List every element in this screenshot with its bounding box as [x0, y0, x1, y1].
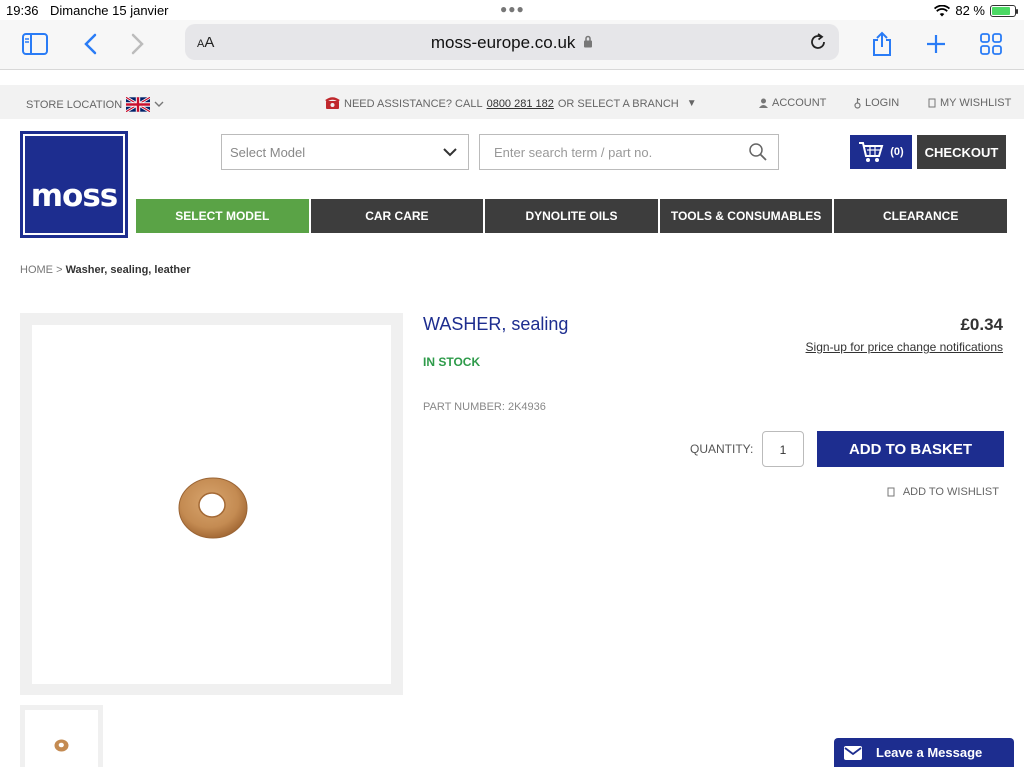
price-notification-link[interactable]: Sign-up for price change notifications [806, 340, 1003, 354]
chevron-down-icon [443, 148, 457, 157]
breadcrumb: HOME > Washer, sealing, leather [20, 264, 190, 276]
select-model-placeholder: Select Model [230, 145, 306, 160]
nav-tools-consumables[interactable]: TOOLS & CONSUMABLES [659, 199, 833, 233]
quantity-label: QUANTITY: [690, 442, 754, 456]
wishlist-label: MY WISHLIST [940, 97, 1012, 109]
battery-percent: 82 % [955, 3, 985, 18]
breadcrumb-separator: > [56, 264, 63, 276]
bookmark-icon [887, 487, 895, 497]
cart-count: (0) [890, 146, 904, 158]
nav-car-care[interactable]: CAR CARE [310, 199, 484, 233]
assistance-info: NEED ASSISTANCE? CALL 0800 281 182 OR SE… [325, 97, 697, 110]
assistance-suffix[interactable]: OR SELECT A BRANCH [558, 98, 679, 110]
leave-message-label: Leave a Message [876, 745, 983, 760]
phone-icon [325, 97, 340, 109]
wishlist-link[interactable]: MY WISHLIST [928, 97, 1011, 109]
reload-icon[interactable] [807, 31, 829, 53]
product-image[interactable] [32, 325, 391, 684]
thumbnail-image[interactable] [25, 710, 98, 772]
add-to-wishlist-label: ADD TO WISHLIST [902, 486, 999, 498]
share-icon[interactable] [868, 30, 896, 58]
leather-washer-thumbnail [54, 739, 69, 752]
nav-clearance[interactable]: CLEARANCE [834, 199, 1007, 233]
lock-icon [584, 35, 593, 48]
status-bar: 19:36 Dimanche 15 janvier ●●● 82 % [0, 0, 1024, 20]
add-to-basket-button[interactable]: ADD TO BASKET [817, 431, 1004, 467]
main-nav: SELECT MODEL CAR CARE DYNOLITE OILS TOOL… [136, 199, 1007, 233]
cart-button[interactable]: (0) [850, 135, 912, 169]
multitasking-dots-icon[interactable]: ●●● [500, 2, 525, 16]
add-to-wishlist-link[interactable]: ADD TO WISHLIST [887, 486, 999, 498]
account-label: ACCOUNT [772, 97, 827, 109]
url-text: moss-europe.co.uk [430, 33, 576, 52]
key-icon [854, 97, 861, 109]
select-model-dropdown[interactable]: Select Model [221, 134, 469, 170]
tabs-overview-icon[interactable] [977, 30, 1005, 58]
new-tab-icon[interactable] [922, 30, 950, 58]
wifi-icon [934, 4, 951, 16]
breadcrumb-current: Washer, sealing, leather [65, 264, 191, 276]
battery-icon [990, 4, 1018, 17]
product-title: WASHER, sealing [423, 314, 569, 334]
search-placeholder: Enter search term / part no. [494, 145, 653, 160]
battery-fill [992, 6, 1011, 15]
product-price: £0.34 [960, 315, 1003, 334]
store-location-label: STORE LOCATION [26, 98, 123, 111]
store-location-selector[interactable]: STORE LOCATION [26, 97, 164, 112]
nav-select-model[interactable]: SELECT MODEL [136, 199, 309, 233]
search-icon[interactable] [748, 142, 768, 162]
quantity-input[interactable]: 1 [762, 431, 804, 467]
address-bar[interactable]: AA moss-europe.co.uk [185, 24, 839, 60]
login-label: LOGIN [865, 97, 900, 109]
status-right: 82 % [934, 3, 1018, 18]
branch-dropdown-icon[interactable]: ▼ [687, 98, 697, 109]
cart-icon [859, 142, 884, 162]
user-icon [759, 98, 768, 108]
stock-status: IN STOCK [423, 355, 481, 369]
chevron-down-icon [154, 101, 164, 107]
product-thumbnail[interactable] [20, 705, 103, 772]
moss-logo[interactable]: moss [20, 131, 128, 238]
leave-message-widget[interactable]: Leave a Message [834, 738, 1014, 767]
back-icon[interactable] [76, 30, 104, 58]
status-date: Dimanche 15 janvier [50, 3, 169, 18]
leather-washer-image [178, 477, 248, 539]
account-link[interactable]: ACCOUNT [759, 97, 826, 109]
url-display[interactable]: moss-europe.co.uk [185, 33, 839, 53]
part-number: PART NUMBER: 2K4936 [423, 401, 546, 413]
bookmark-icon [928, 98, 936, 108]
envelope-icon [844, 745, 862, 760]
status-time: 19:36 [6, 3, 39, 18]
search-input[interactable]: Enter search term / part no. [479, 134, 779, 170]
top-info-bar: STORE LOCATION NEED ASSISTANCE? CALL 080… [0, 85, 1024, 119]
logo-text: moss [30, 178, 119, 214]
checkout-button[interactable]: CHECKOUT [917, 135, 1006, 169]
nav-dynolite-oils[interactable]: DYNOLITE OILS [485, 199, 658, 233]
assistance-prefix: NEED ASSISTANCE? CALL [344, 97, 483, 110]
browser-toolbar: AA moss-europe.co.uk [0, 20, 1024, 70]
forward-icon[interactable] [124, 30, 152, 58]
breadcrumb-home[interactable]: HOME [20, 264, 53, 276]
login-link[interactable]: LOGIN [854, 97, 899, 109]
phone-number-link[interactable]: 0800 281 182 [487, 98, 554, 110]
sidebar-icon[interactable] [21, 30, 49, 58]
product-image-frame[interactable] [20, 313, 403, 695]
uk-flag-icon [126, 97, 151, 112]
